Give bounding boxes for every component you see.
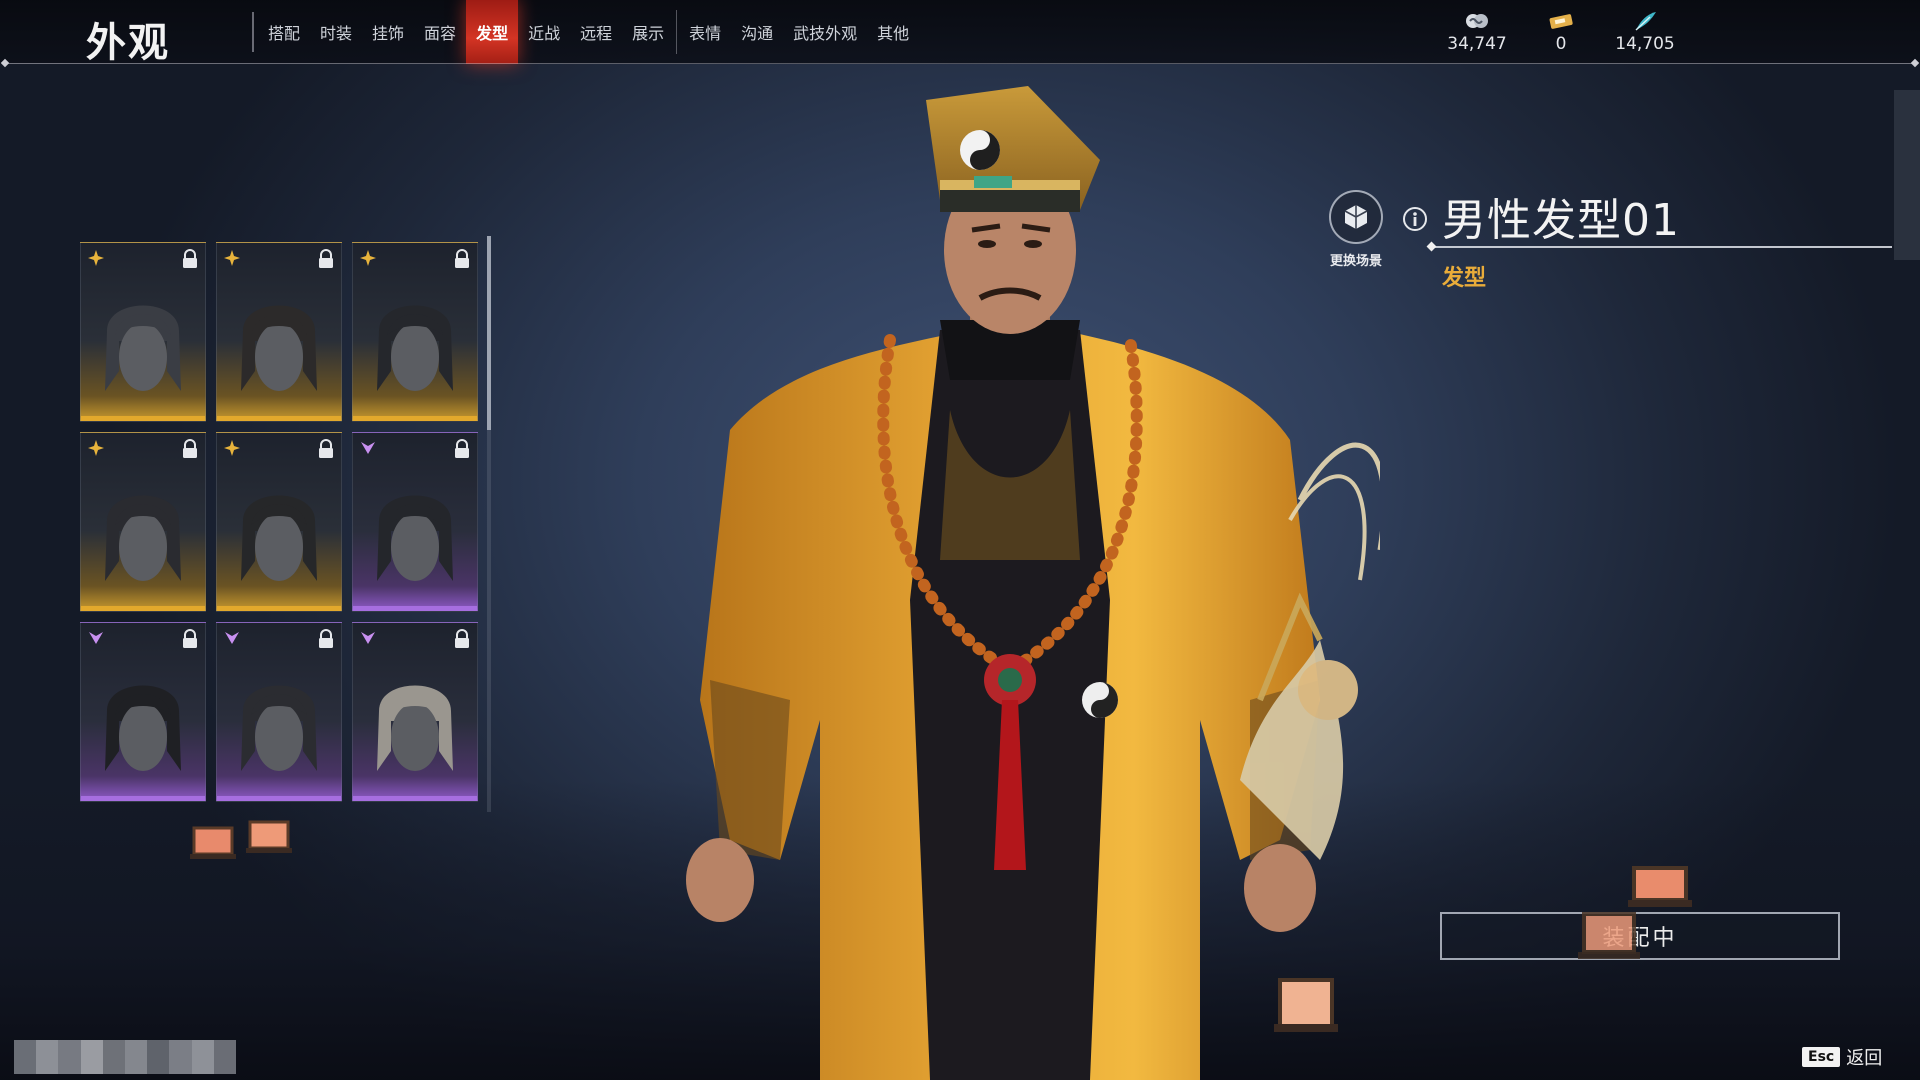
item-name: 男性发型01 — [1442, 195, 1680, 246]
feather-icon — [1600, 10, 1690, 32]
hair-preview-icon — [241, 495, 317, 581]
lock-icon — [183, 439, 197, 458]
rarity-bar — [217, 606, 341, 611]
esc-key: Esc — [1802, 1047, 1841, 1067]
lantern-decor — [1628, 866, 1692, 907]
hair-preview-icon — [377, 685, 453, 771]
tab-fashion[interactable]: 时装 — [310, 0, 362, 64]
tab-other[interactable]: 其他 — [867, 0, 919, 64]
lock-icon — [183, 629, 197, 648]
currency-feather-value: 14,705 — [1615, 34, 1675, 54]
tab-accessory[interactable]: 挂饰 — [362, 0, 414, 64]
top-divider — [4, 63, 1916, 64]
rarity-icon — [224, 250, 240, 266]
hair-preview-icon — [105, 495, 181, 581]
tab-outfit[interactable]: 搭配 — [258, 0, 310, 64]
tab-martial-skin[interactable]: 武技外观 — [783, 0, 867, 64]
item-divider — [1432, 246, 1892, 248]
obscured-player-id — [14, 1040, 237, 1074]
rarity-icon — [89, 632, 103, 644]
top-bar: 外观 搭配 时装 挂饰 面容 发型 近战 远程 展示 表情 沟通 武技外观 其他… — [0, 0, 1920, 66]
grid-scrollbar[interactable] — [487, 236, 491, 812]
item-category: 发型 — [1442, 266, 1487, 291]
hairstyle-card[interactable] — [216, 622, 342, 802]
tab-display[interactable]: 展示 — [622, 0, 674, 64]
rarity-bar — [81, 796, 205, 801]
rarity-bar — [217, 796, 341, 801]
cloud-coin-icon — [1432, 10, 1522, 32]
rarity-icon — [224, 440, 240, 456]
lantern-decor-small — [190, 820, 292, 859]
tab-emote[interactable]: 表情 — [679, 0, 731, 64]
rarity-bar — [353, 606, 477, 611]
tab-hairstyle[interactable]: 发型 — [466, 0, 519, 64]
item-divider-diamond — [1426, 241, 1437, 252]
rarity-icon — [360, 250, 376, 266]
currency-ticket: 0 — [1516, 10, 1606, 54]
hairstyle-card[interactable] — [216, 242, 342, 422]
rarity-bar — [353, 416, 477, 421]
hair-preview-icon — [105, 305, 181, 391]
rarity-bar — [217, 416, 341, 421]
right-edge-scrollbar[interactable] — [1894, 90, 1920, 260]
rarity-bar — [353, 796, 477, 801]
rarity-icon — [361, 442, 375, 454]
tab-divider — [676, 10, 678, 54]
hairstyle-card[interactable] — [80, 622, 206, 802]
hairstyle-card[interactable] — [352, 242, 478, 422]
currency-cloud-value: 34,747 — [1447, 34, 1507, 54]
lock-icon — [319, 629, 333, 648]
page-title: 外观 — [86, 20, 170, 66]
info-icon[interactable] — [1402, 206, 1428, 232]
hairstyle-card[interactable] — [352, 432, 478, 612]
rarity-icon — [361, 632, 375, 644]
rarity-bar — [81, 606, 205, 611]
cube-icon — [1329, 190, 1383, 244]
hair-preview-icon — [241, 685, 317, 771]
lock-icon — [455, 629, 469, 648]
rarity-icon — [225, 632, 239, 644]
lock-icon — [319, 249, 333, 268]
hairstyle-grid — [80, 242, 480, 812]
hairstyle-card[interactable] — [80, 432, 206, 612]
tab-communication[interactable]: 沟通 — [731, 0, 783, 64]
tab-face[interactable]: 面容 — [414, 0, 466, 64]
back-button[interactable]: Esc 返回 — [1802, 1044, 1882, 1070]
title-divider — [252, 12, 254, 52]
rarity-icon — [88, 440, 104, 456]
change-scene-label: 更换场景 — [1329, 254, 1382, 269]
hairstyle-card[interactable] — [352, 622, 478, 802]
character-model[interactable] — [640, 80, 1380, 1080]
category-tabs: 搭配 时装 挂饰 面容 发型 近战 远程 展示 表情 沟通 武技外观 其他 — [258, 0, 919, 64]
hair-preview-icon — [377, 305, 453, 391]
hair-preview-icon — [241, 305, 317, 391]
back-label: 返回 — [1846, 1048, 1883, 1069]
lantern-decor — [1578, 912, 1640, 959]
lock-icon — [455, 249, 469, 268]
tab-melee[interactable]: 近战 — [518, 0, 570, 64]
grid-scrollbar-thumb[interactable] — [487, 236, 491, 430]
currency-cloud: 34,747 — [1432, 10, 1522, 54]
hairstyle-card[interactable] — [80, 242, 206, 422]
hairstyle-card[interactable] — [216, 432, 342, 612]
hair-preview-icon — [377, 495, 453, 581]
ticket-icon — [1516, 10, 1606, 32]
rarity-bar — [81, 416, 205, 421]
lock-icon — [455, 439, 469, 458]
currency-ticket-value: 0 — [1555, 34, 1567, 54]
hair-preview-icon — [105, 685, 181, 771]
rarity-icon — [88, 250, 104, 266]
tab-ranged[interactable]: 远程 — [570, 0, 622, 64]
lock-icon — [183, 249, 197, 268]
change-scene-button[interactable]: 更换场景 — [1316, 190, 1396, 270]
lock-icon — [319, 439, 333, 458]
currency-feather: 14,705 — [1600, 10, 1690, 54]
